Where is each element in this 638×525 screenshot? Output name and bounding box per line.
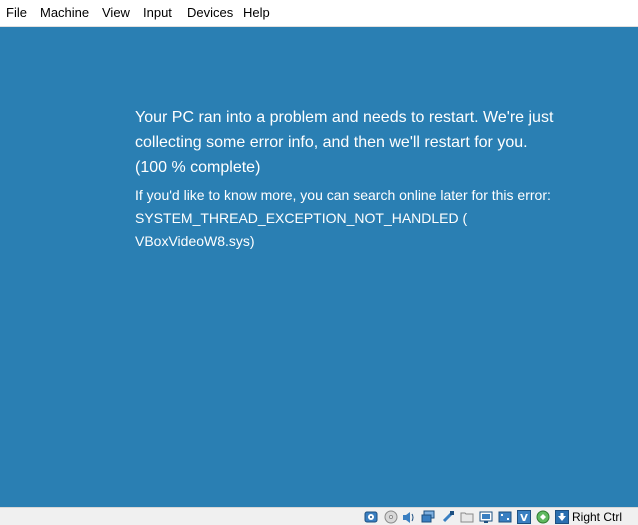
svg-text:V: V — [520, 513, 528, 524]
optical-drive-icon[interactable] — [383, 509, 398, 524]
error-message: Your PC ran into a problem and needs to … — [135, 109, 554, 176]
display-icon[interactable] — [478, 509, 493, 524]
keyboard-capture-icon[interactable] — [554, 509, 569, 524]
audio-icon[interactable] — [401, 509, 416, 524]
menu-devices[interactable]: Devices — [187, 5, 233, 20]
menu-file[interactable]: File — [6, 5, 27, 20]
menu-view[interactable]: View — [102, 5, 130, 20]
host-key-label: Right Ctrl — [572, 510, 623, 524]
mouse-integration-icon[interactable] — [535, 509, 550, 524]
error-detail: If you'd like to know more, you can sear… — [135, 187, 551, 249]
video-capture-icon[interactable] — [497, 509, 512, 524]
menu-input[interactable]: Input — [143, 5, 172, 20]
menu-machine[interactable]: Machine — [40, 5, 89, 20]
menubar: File Machine View Input Devices Help — [0, 0, 638, 27]
network-icon[interactable] — [420, 509, 435, 524]
hard-disk-icon[interactable] — [363, 509, 378, 524]
virtualization-icon[interactable]: V — [516, 509, 531, 524]
usb-icon[interactable] — [440, 509, 455, 524]
menu-help[interactable]: Help — [243, 5, 270, 20]
status-bar: V Right Ctrl — [0, 507, 638, 525]
shared-folders-icon[interactable] — [459, 509, 474, 524]
guest-display[interactable]: Your PC ran into a problem and needs to … — [0, 27, 638, 507]
